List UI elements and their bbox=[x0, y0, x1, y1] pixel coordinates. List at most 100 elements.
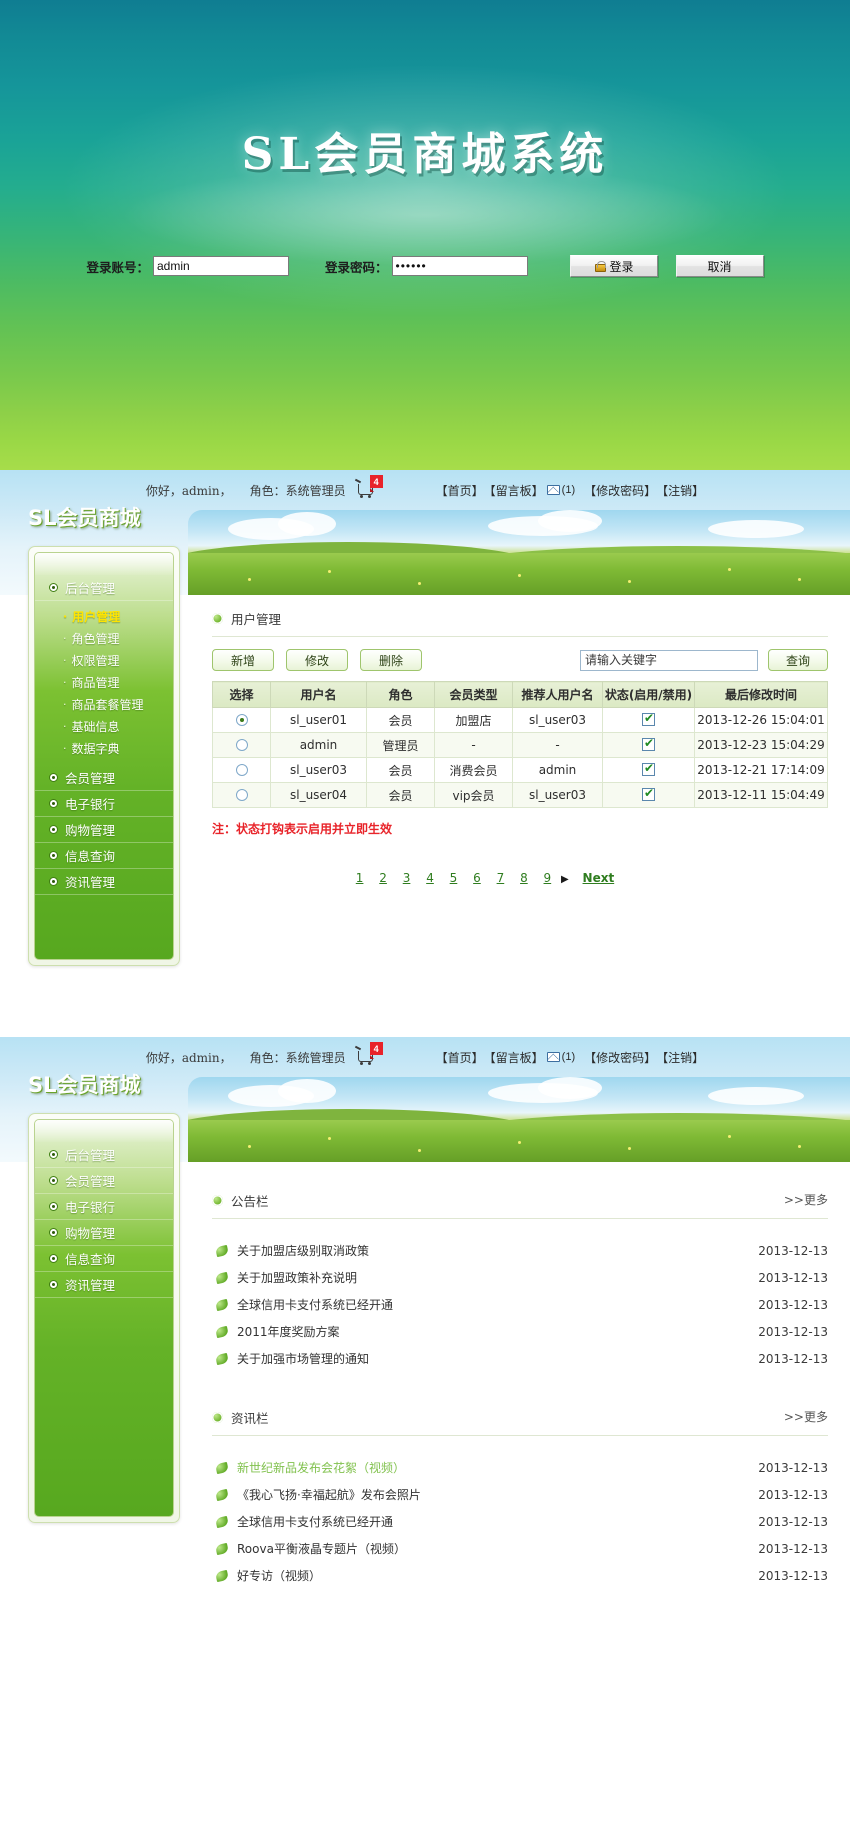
sidebar-subitem-permission-management[interactable]: · 权限管理 bbox=[35, 649, 173, 671]
sidebar-item-e-bank[interactable]: 电子银行 bbox=[35, 1194, 173, 1220]
cell-modified: 2013-12-21 17:14:09 bbox=[694, 757, 828, 783]
page-link-3[interactable]: 3 bbox=[403, 871, 411, 885]
status-checkbox[interactable] bbox=[642, 761, 655, 776]
status-checkbox[interactable] bbox=[642, 786, 655, 801]
list-item-title[interactable]: 好专访（视频） bbox=[237, 1567, 758, 1584]
sidebar-subitem-user-management[interactable]: · 用户管理 bbox=[35, 605, 173, 627]
table-row[interactable]: sl_user01 会员 加盟店 sl_user03 2013-12-26 15… bbox=[212, 707, 828, 733]
sidebar-item-backend[interactable]: 后台管理 bbox=[35, 575, 173, 601]
account-input[interactable] bbox=[153, 256, 289, 276]
list-item-title[interactable]: 全球信用卡支付系统已经开通 bbox=[237, 1513, 758, 1530]
table-row[interactable]: admin 管理员 - - 2013-12-23 15:04:29 bbox=[212, 732, 828, 758]
cell-select[interactable] bbox=[212, 707, 271, 733]
toolbar: 新增 修改 删除 查询 bbox=[212, 649, 828, 671]
password-input[interactable] bbox=[391, 256, 528, 276]
table-row[interactable]: sl_user04 会员 vip会员 sl_user03 2013-12-11 … bbox=[212, 782, 828, 808]
login-button[interactable]: 登录 bbox=[569, 255, 658, 277]
page-link-7[interactable]: 7 bbox=[497, 871, 505, 885]
sidebar-subitem-label: 商品管理 bbox=[71, 675, 120, 690]
message-board-link[interactable]: 【留言板】 bbox=[484, 482, 544, 499]
sidebar-subitem-product-management[interactable]: · 商品管理 bbox=[35, 671, 173, 693]
row-radio[interactable] bbox=[235, 764, 248, 776]
page-link-5[interactable]: 5 bbox=[450, 871, 458, 885]
mail-icon[interactable] bbox=[546, 1052, 560, 1062]
list-item-title[interactable]: 全球信用卡支付系统已经开通 bbox=[237, 1296, 758, 1313]
sidebar-item-member-management[interactable]: 会员管理 bbox=[35, 765, 173, 791]
list-item[interactable]: 关于加盟店级别取消政策 2013-12-13 bbox=[215, 1237, 828, 1264]
sidebar-item-shopping-management[interactable]: 购物管理 bbox=[35, 1220, 173, 1246]
home-link[interactable]: 【首页】 bbox=[436, 1049, 484, 1066]
dot-icon: · bbox=[63, 609, 68, 623]
page-link-1[interactable]: 1 bbox=[356, 871, 364, 885]
list-item[interactable]: 好专访（视频） 2013-12-13 bbox=[215, 1562, 828, 1589]
sidebar: 后台管理 会员管理 电子银行 购物管理 信息查询 资讯管理 bbox=[28, 1113, 180, 1523]
logout-link[interactable]: 【注销】 bbox=[656, 1049, 704, 1066]
sidebar-subitem-basic-info[interactable]: · 基础信息 bbox=[35, 715, 173, 737]
list-item-title[interactable]: 《我心飞扬·幸福起航》发布会照片 bbox=[237, 1486, 758, 1503]
list-item[interactable]: 《我心飞扬·幸福起航》发布会照片 2013-12-13 bbox=[215, 1481, 828, 1508]
cell-status[interactable] bbox=[602, 782, 695, 808]
list-item-title[interactable]: 关于加强市场管理的通知 bbox=[237, 1350, 758, 1367]
list-item[interactable]: 关于加强市场管理的通知 2013-12-13 bbox=[215, 1345, 828, 1372]
status-checkbox[interactable] bbox=[642, 711, 655, 726]
list-item[interactable]: 关于加盟政策补充说明 2013-12-13 bbox=[215, 1264, 828, 1291]
status-checkbox[interactable] bbox=[642, 736, 655, 751]
cart-icon[interactable]: 4 bbox=[356, 475, 383, 501]
list-item[interactable]: 全球信用卡支付系统已经开通 2013-12-13 bbox=[215, 1291, 828, 1318]
list-item-title[interactable]: Roova平衡液晶专题片（视频） bbox=[237, 1540, 758, 1557]
cell-status[interactable] bbox=[602, 757, 695, 783]
list-item[interactable]: 新世纪新品发布会花絮（视频） 2013-12-13 bbox=[215, 1454, 828, 1481]
add-button[interactable]: 新增 bbox=[212, 649, 274, 671]
cell-status[interactable] bbox=[602, 732, 695, 758]
page-link-8[interactable]: 8 bbox=[520, 871, 528, 885]
sidebar-item-news-management[interactable]: 资讯管理 bbox=[35, 1272, 173, 1298]
news-more-link[interactable]: >>更多 bbox=[784, 1408, 828, 1425]
sidebar-subitem-product-package-management[interactable]: · 商品套餐管理 bbox=[35, 693, 173, 715]
page-link-6[interactable]: 6 bbox=[473, 871, 481, 885]
list-item[interactable]: 2011年度奖励方案 2013-12-13 bbox=[215, 1318, 828, 1345]
list-item-title[interactable]: 2011年度奖励方案 bbox=[237, 1323, 758, 1340]
bulletin-more-link[interactable]: >>更多 bbox=[784, 1191, 828, 1208]
home-link[interactable]: 【首页】 bbox=[436, 482, 484, 499]
row-radio[interactable] bbox=[235, 714, 248, 726]
page-link-2[interactable]: 2 bbox=[379, 871, 387, 885]
list-item-title[interactable]: 关于加盟政策补充说明 bbox=[237, 1269, 758, 1286]
page-link-4[interactable]: 4 bbox=[426, 871, 434, 885]
change-password-link[interactable]: 【修改密码】 bbox=[584, 1049, 656, 1066]
cart-icon[interactable]: 4 bbox=[356, 1042, 383, 1068]
sidebar-item-info-query[interactable]: 信息查询 bbox=[35, 843, 173, 869]
list-item-title[interactable]: 新世纪新品发布会花絮（视频） bbox=[237, 1459, 758, 1476]
query-button[interactable]: 查询 bbox=[768, 649, 828, 671]
change-password-link[interactable]: 【修改密码】 bbox=[584, 482, 656, 499]
message-board-link[interactable]: 【留言板】 bbox=[484, 1049, 544, 1066]
cell-select[interactable] bbox=[212, 782, 271, 808]
sidebar-item-backend[interactable]: 后台管理 bbox=[35, 1142, 173, 1168]
delete-button[interactable]: 删除 bbox=[360, 649, 422, 671]
page-link-9[interactable]: 9 bbox=[544, 871, 552, 885]
sidebar-item-member-management[interactable]: 会员管理 bbox=[35, 1168, 173, 1194]
sidebar-subitem-data-dictionary[interactable]: · 数据字典 bbox=[35, 737, 173, 759]
next-page-link[interactable]: Next bbox=[583, 871, 615, 885]
list-item-date: 2013-12-13 bbox=[758, 1487, 828, 1502]
sidebar-subitem-label: 权限管理 bbox=[71, 653, 120, 668]
list-item[interactable]: Roova平衡液晶专题片（视频） 2013-12-13 bbox=[215, 1535, 828, 1562]
sidebar-subitem-role-management[interactable]: · 角色管理 bbox=[35, 627, 173, 649]
list-item[interactable]: 全球信用卡支付系统已经开通 2013-12-13 bbox=[215, 1508, 828, 1535]
search-input[interactable] bbox=[580, 649, 758, 671]
sidebar-item-news-management[interactable]: 资讯管理 bbox=[35, 869, 173, 895]
sidebar-item-info-query[interactable]: 信息查询 bbox=[35, 1246, 173, 1272]
sidebar-item-e-bank[interactable]: 电子银行 bbox=[35, 791, 173, 817]
cell-select[interactable] bbox=[212, 757, 271, 783]
cancel-button[interactable]: 取消 bbox=[675, 255, 764, 277]
logout-link[interactable]: 【注销】 bbox=[656, 482, 704, 499]
cell-select[interactable] bbox=[212, 732, 271, 758]
edit-button[interactable]: 修改 bbox=[286, 649, 348, 671]
row-radio[interactable] bbox=[235, 789, 248, 801]
table-row[interactable]: sl_user03 会员 消费会员 admin 2013-12-21 17:14… bbox=[212, 757, 828, 783]
sidebar-item-shopping-management[interactable]: 购物管理 bbox=[35, 817, 173, 843]
list-item-title[interactable]: 关于加盟店级别取消政策 bbox=[237, 1242, 758, 1259]
row-radio[interactable] bbox=[235, 739, 248, 751]
mail-icon[interactable] bbox=[546, 485, 560, 495]
cell-status[interactable] bbox=[602, 707, 695, 733]
sidebar-subitem-label: 角色管理 bbox=[71, 631, 120, 646]
